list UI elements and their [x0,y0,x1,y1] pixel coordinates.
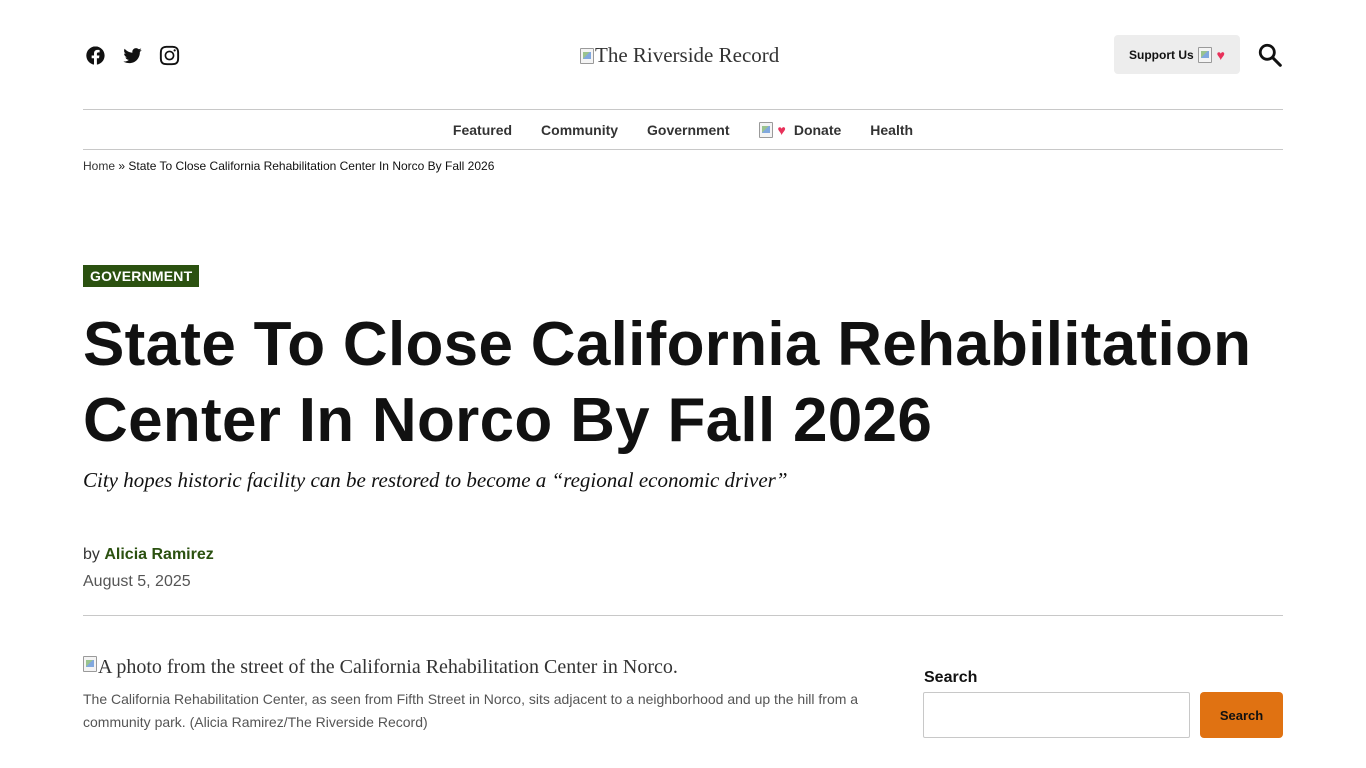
heart-icon: ♥ [777,121,786,138]
article-title: State To Close California Rehabilitation… [83,310,1252,455]
category-badge[interactable]: GOVERNMENT [83,265,200,287]
article-header-divider [83,615,1283,616]
nav-bottom-divider [83,149,1283,150]
nav-item-government[interactable]: Government [647,122,729,138]
social-links [83,43,181,67]
broken-image-icon [580,47,594,64]
breadcrumb: Home » State To Close California Rehabil… [83,159,494,173]
nav-item-donate[interactable]: ♥ Donate [758,121,842,138]
sidebar-search-input[interactable] [923,692,1190,738]
featured-image: A photo from the street of the Californi… [83,656,678,679]
search-icon[interactable] [1257,42,1283,68]
author-link[interactable]: Alicia Ramirez [104,546,213,563]
nav-item-donate-label: Donate [793,121,842,138]
instagram-icon[interactable] [157,43,181,67]
facebook-icon[interactable] [83,43,107,67]
sidebar-search-button[interactable]: Search [1200,692,1283,738]
breadcrumb-separator: » [118,159,126,173]
byline-prefix: by [83,546,100,563]
sidebar-search-label: Search [924,669,978,686]
support-us-label: Support Us [1129,47,1194,62]
byline: by Alicia Ramirez [83,546,214,564]
featured-image-alt-text: A photo from the street of the Californi… [98,656,678,678]
broken-image-icon [1197,46,1212,63]
heart-icon: ♥ [1216,46,1225,63]
breadcrumb-current: State To Close California Rehabilitation… [128,159,495,173]
broken-image-icon [83,656,97,672]
nav-item-featured[interactable]: Featured [453,122,512,138]
site-logo[interactable]: The Riverside Record [580,43,779,68]
twitter-icon[interactable] [120,43,144,67]
article-dek: City hopes historic facility can be rest… [83,468,788,492]
broken-image-icon [758,121,773,138]
publish-date: August 5, 2025 [83,573,191,590]
site-logo-alt-text: The Riverside Record [595,43,780,67]
nav-item-health[interactable]: Health [870,122,913,138]
main-nav: Featured Community Government ♥ Donate H… [83,110,1283,149]
image-caption: The California Rehabilitation Center, as… [83,691,859,730]
site-header: The Riverside Record Support Us ♥ [83,30,1283,80]
breadcrumb-home[interactable]: Home [83,159,115,173]
support-us-button[interactable]: Support Us ♥ [1114,35,1240,74]
nav-item-community[interactable]: Community [541,122,618,138]
